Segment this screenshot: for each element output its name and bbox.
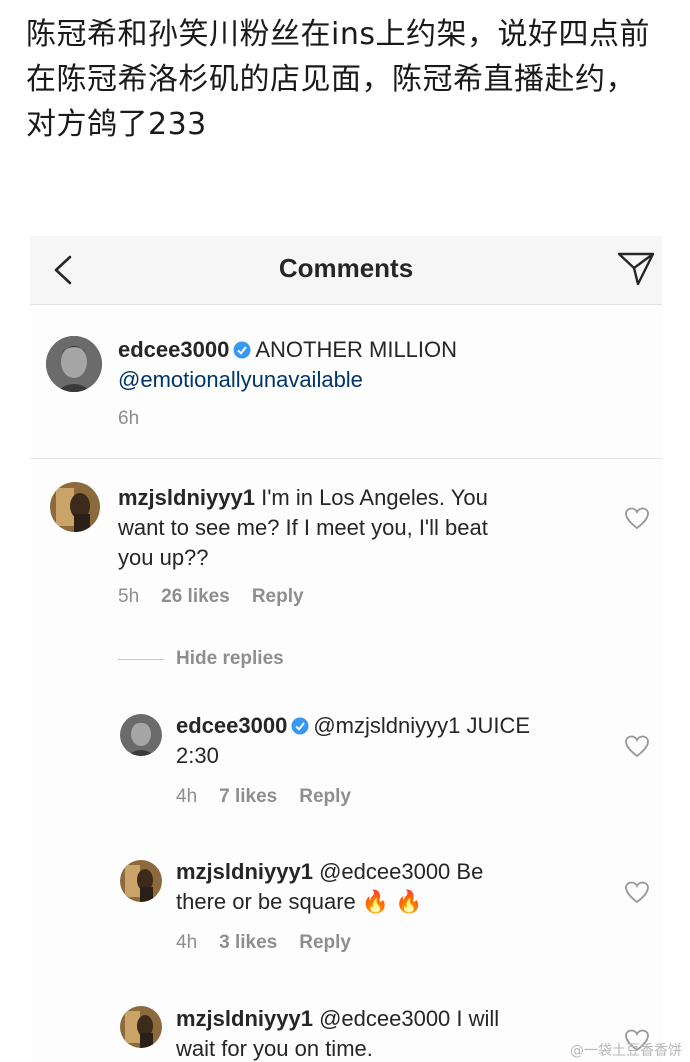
comment-text-line: wait for you on time. [176, 1036, 373, 1061]
comment-text-line: @edcee3000 I will [319, 1006, 500, 1031]
comment-time: 5h [118, 586, 140, 607]
likes-count[interactable]: 3 likes [219, 932, 277, 953]
comment-time: 4h [176, 932, 198, 953]
comment-body: mzjsldniyyy1 I'm in Los Angeles. You wan… [118, 483, 598, 573]
reply-button[interactable]: Reply [299, 786, 351, 807]
likes-count[interactable]: 7 likes [219, 786, 277, 807]
avatar[interactable] [46, 336, 102, 392]
verified-badge-icon [233, 341, 251, 359]
instagram-comments-panel: Comments edcee3000 ANOTHER MILLION @emoti… [30, 236, 662, 1062]
reply-button[interactable]: Reply [252, 586, 304, 607]
comment-meta: 6h [118, 408, 161, 430]
avatar[interactable] [120, 1006, 162, 1048]
heart-icon[interactable] [624, 506, 650, 530]
comment-meta: 5h 26 likes Reply [118, 586, 326, 608]
comment-text-line: there or be square [176, 889, 356, 914]
comment-text-line: you up?? [118, 545, 209, 570]
comment-username[interactable]: edcee3000 [176, 713, 287, 738]
reply-body: mzjsldniyyy1 @edcee3000 Be there or be s… [176, 857, 616, 917]
hide-replies-button[interactable]: Hide replies [176, 648, 284, 670]
comments-header: Comments [30, 236, 662, 305]
heart-icon[interactable] [624, 734, 650, 758]
comment-meta: 4h 3 likes Reply [176, 932, 373, 954]
reply-button[interactable]: Reply [299, 932, 351, 953]
comment-username[interactable]: mzjsldniyyy1 [118, 485, 255, 510]
comment-text-line: want to see me? If I meet you, I'll beat [118, 515, 488, 540]
comment-text-line: I'm in Los Angeles. You [261, 485, 488, 510]
post-text: 陈冠希和孙笑川粉丝在ins上约架，说好四点前在陈冠希洛杉矶的店见面，陈冠希直播赴… [26, 17, 650, 142]
hide-replies-line [118, 659, 164, 660]
reply-body: edcee3000 @mzjsldniyyy1 JUICE 2:30 [176, 711, 616, 771]
divider [30, 458, 662, 459]
comment-username[interactable]: mzjsldniyyy1 [176, 859, 313, 884]
paper-plane-icon[interactable] [616, 251, 656, 287]
watermark: @一袋土豆香香饼 [570, 1043, 682, 1059]
comment-meta: 4h 7 likes Reply [176, 786, 373, 808]
comment-username[interactable]: edcee3000 [118, 337, 229, 362]
likes-count[interactable]: 26 likes [161, 586, 230, 607]
comment-time: 6h [118, 408, 140, 429]
avatar[interactable] [50, 482, 100, 532]
comment-username[interactable]: mzjsldniyyy1 [176, 1006, 313, 1031]
heart-icon[interactable] [624, 880, 650, 904]
fire-emoji: 🔥 🔥 [361, 889, 423, 914]
comment-caption: edcee3000 ANOTHER MILLION @emotionallyuna… [118, 335, 638, 395]
comment-text-line: @mzjsldniyyy1 JUICE [313, 713, 531, 738]
page-title: Comments [278, 253, 414, 283]
avatar[interactable] [120, 714, 162, 756]
comment-text-line: @edcee3000 Be [319, 859, 484, 884]
comment-time: 4h [176, 786, 198, 807]
mention-link[interactable]: @emotionallyunavailable [118, 367, 363, 392]
verified-badge-icon [291, 717, 309, 735]
comment-text: ANOTHER MILLION [255, 337, 458, 362]
avatar[interactable] [120, 860, 162, 902]
comment-text-line: 2:30 [176, 743, 219, 768]
reply-body: mzjsldniyyy1 @edcee3000 I will wait for … [176, 1004, 616, 1062]
